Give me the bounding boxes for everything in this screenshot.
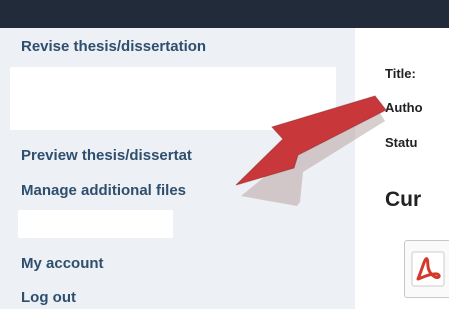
- status-label: Statu: [385, 135, 418, 150]
- my-account-link[interactable]: My account: [21, 255, 104, 272]
- blank-field: [18, 210, 173, 238]
- title-label: Title:: [385, 66, 416, 81]
- author-label: Autho: [385, 100, 423, 115]
- pdf-file-card[interactable]: [404, 240, 449, 298]
- log-out-link[interactable]: Log out: [21, 289, 76, 306]
- revise-thesis-link[interactable]: Revise thesis/dissertation: [21, 38, 206, 55]
- current-files-heading: Cur: [385, 188, 422, 211]
- pdf-file-icon: [411, 251, 445, 287]
- preview-thesis-link[interactable]: Preview thesis/dissertat: [21, 147, 192, 164]
- sidebar: Revise thesis/dissertation Preview thesi…: [0, 28, 355, 309]
- main-content: Title: Autho Statu Cur: [355, 28, 449, 309]
- top-navigation-bar: [0, 0, 449, 28]
- manage-additional-files-link[interactable]: Manage additional files: [21, 182, 186, 199]
- blank-panel: [10, 67, 336, 130]
